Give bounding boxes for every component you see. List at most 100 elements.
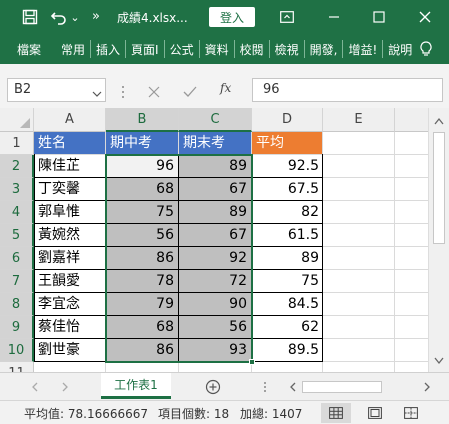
row-header-4[interactable]: 4 — [0, 201, 34, 224]
midterm-cell[interactable]: 79 — [106, 293, 177, 315]
select-all-corner[interactable] — [0, 108, 34, 132]
enter-check-icon[interactable] — [183, 83, 199, 97]
signin-button[interactable]: 登入 — [209, 7, 255, 27]
vertical-scrollbar[interactable] — [428, 108, 449, 372]
scroll-left-icon[interactable] — [288, 382, 298, 392]
close-icon[interactable] — [414, 8, 436, 26]
status-sum[interactable]: 加總: 1407 — [240, 405, 302, 422]
worksheet-grid[interactable]: A B C D E 1 2 3 4 5 6 7 8 9 10 11 姓名 期中考… — [0, 108, 449, 385]
row-header-2[interactable]: 2 — [0, 155, 34, 178]
average-cell[interactable]: 84.5 — [252, 293, 322, 315]
midterm-cell[interactable]: 75 — [106, 201, 177, 223]
row-header-8[interactable]: 8 — [0, 293, 34, 316]
normal-view-icon[interactable] — [321, 403, 351, 423]
formula-input[interactable]: 96 — [252, 78, 443, 102]
status-count[interactable]: 項目個數: 18 — [158, 405, 229, 422]
tab-help[interactable]: 說明 — [383, 34, 417, 64]
status-average[interactable]: 平均值: 78.16666667 — [24, 405, 148, 422]
midterm-cell[interactable]: 68 — [106, 316, 177, 338]
tab-review[interactable]: 校閱 — [235, 34, 269, 64]
average-cell[interactable]: 61.5 — [252, 224, 322, 246]
final-cell[interactable]: 72 — [179, 270, 250, 292]
insert-function-icon[interactable]: fx — [220, 81, 240, 97]
average-cell[interactable]: 75 — [252, 270, 322, 292]
final-cell[interactable]: 56 — [179, 316, 250, 338]
vertical-scroll-thumb[interactable] — [433, 132, 445, 244]
row-header-9[interactable]: 9 — [0, 316, 34, 339]
final-cell[interactable]: 93 — [179, 339, 250, 361]
tab-home[interactable]: 常用 — [56, 34, 90, 64]
save-icon[interactable] — [20, 8, 40, 26]
formula-bar-grip[interactable] — [121, 84, 125, 98]
cancel-icon[interactable] — [148, 83, 162, 98]
name-cell[interactable]: 蔡佳怡 — [38, 316, 104, 338]
undo-icon[interactable] — [48, 8, 70, 26]
ribbon-display-options-icon[interactable] — [276, 8, 298, 26]
undo-dropdown-icon[interactable]: ⌄ — [70, 8, 80, 26]
lightbulb-icon[interactable] — [417, 34, 435, 64]
fill-handle[interactable] — [249, 359, 255, 365]
midterm-cell[interactable]: 96 — [106, 155, 177, 177]
name-cell[interactable]: 郭阜惟 — [38, 201, 104, 223]
page-break-preview-icon[interactable] — [398, 403, 424, 423]
column-header-a[interactable]: A — [34, 108, 106, 132]
tab-formulas[interactable]: 公式 — [165, 34, 199, 64]
add-sheet-icon[interactable] — [204, 378, 222, 396]
tab-insert[interactable]: 插入 — [91, 34, 125, 64]
average-cell[interactable]: 82 — [252, 201, 322, 223]
tab-developer[interactable]: 開發, — [305, 34, 343, 64]
midterm-cell[interactable]: 68 — [106, 178, 177, 200]
final-cell[interactable]: 89 — [179, 201, 250, 223]
final-cell[interactable]: 67 — [179, 224, 250, 246]
midterm-cell[interactable]: 56 — [106, 224, 177, 246]
average-cell[interactable]: 92.5 — [252, 155, 322, 177]
previous-sheet-icon[interactable] — [30, 381, 40, 393]
column-header-d[interactable]: D — [252, 108, 323, 132]
row-header-5[interactable]: 5 — [0, 224, 34, 247]
name-cell[interactable]: 黃婉然 — [38, 224, 104, 246]
average-cell[interactable]: 67.5 — [252, 178, 322, 200]
midterm-cell[interactable]: 86 — [106, 247, 177, 269]
final-cell[interactable]: 92 — [179, 247, 250, 269]
name-cell[interactable]: 李宜念 — [38, 293, 104, 315]
header-cell-average[interactable]: 平均 — [256, 132, 320, 154]
header-cell-final[interactable]: 期末考 — [183, 132, 249, 154]
final-cell[interactable]: 90 — [179, 293, 250, 315]
name-box-dropdown-icon[interactable] — [92, 84, 102, 97]
tab-file[interactable]: 檔案 — [12, 34, 46, 64]
midterm-cell[interactable]: 86 — [106, 339, 177, 361]
tab-data[interactable]: 資料 — [200, 34, 234, 64]
maximize-icon[interactable] — [368, 8, 390, 26]
average-cell[interactable]: 89 — [252, 247, 322, 269]
tab-addins[interactable]: 增益! — [343, 34, 382, 64]
midterm-cell[interactable]: 78 — [106, 270, 177, 292]
row-header-6[interactable]: 6 — [0, 247, 34, 270]
column-header-b[interactable]: B — [106, 108, 179, 132]
average-cell[interactable]: 62 — [252, 316, 322, 338]
minimize-icon[interactable] — [323, 8, 345, 26]
final-cell[interactable]: 89 — [179, 155, 250, 177]
name-cell[interactable]: 丁奕馨 — [38, 178, 104, 200]
name-cell[interactable]: 劉嘉祥 — [38, 247, 104, 269]
horizontal-scroll-thumb[interactable] — [302, 381, 382, 393]
name-cell[interactable]: 陳佳芷 — [38, 155, 104, 177]
tab-page-layout[interactable]: 頁面I — [126, 34, 164, 64]
row-header-7[interactable]: 7 — [0, 270, 34, 293]
page-layout-view-icon[interactable] — [362, 403, 388, 423]
tab-view[interactable]: 檢視 — [270, 34, 304, 64]
final-cell[interactable]: 67 — [179, 178, 250, 200]
sheet-tab-active[interactable]: 工作表1 — [101, 373, 171, 399]
scroll-up-icon[interactable] — [433, 116, 445, 126]
header-cell-midterm[interactable]: 期中考 — [110, 132, 176, 154]
header-cell-name[interactable]: 姓名 — [38, 132, 104, 154]
column-header-e[interactable]: E — [323, 108, 395, 132]
sheet-split-grip-icon[interactable] — [263, 381, 267, 393]
next-sheet-icon[interactable] — [60, 381, 70, 393]
scroll-down-icon[interactable] — [433, 356, 445, 366]
row-header-10[interactable]: 10 — [0, 339, 34, 362]
scroll-right-icon[interactable] — [422, 382, 432, 392]
average-cell[interactable]: 89.5 — [252, 339, 322, 361]
column-header-c[interactable]: C — [179, 108, 252, 132]
name-cell[interactable]: 劉世豪 — [38, 339, 104, 361]
horizontal-scrollbar[interactable] — [286, 379, 434, 395]
